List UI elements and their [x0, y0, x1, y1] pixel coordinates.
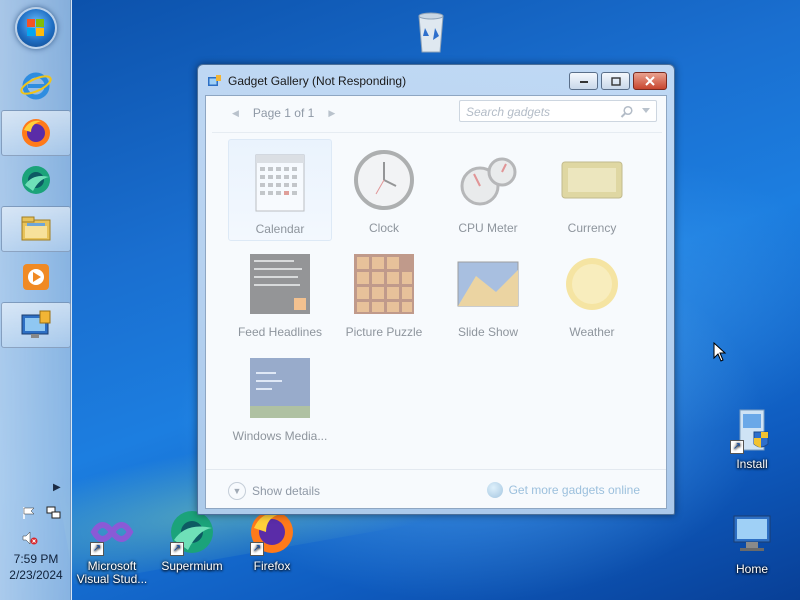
gadget-currency[interactable]: Currency: [540, 139, 644, 241]
recycle-bin-icon: [418, 12, 444, 53]
cpu-meter-gadget-icon: [460, 157, 517, 206]
volume-muted-icon[interactable]: [22, 530, 38, 546]
desktop-icon-label: Install: [736, 457, 768, 471]
gadget-gallery-icon: [208, 75, 221, 86]
gadget-label: Feed Headlines: [237, 325, 323, 339]
gadget-label: Currency: [567, 221, 617, 235]
gadget-clock[interactable]: Clock: [332, 139, 436, 241]
shortcut-arrow-icon: ↗: [730, 440, 744, 454]
visual-studio-icon: ↗: [88, 508, 136, 556]
shortcut-arrow-icon: ↗: [250, 542, 264, 556]
gadget-picture-puzzle[interactable]: Picture Puzzle: [332, 243, 436, 345]
close-icon: [645, 76, 655, 86]
weather-gadget-icon: [566, 258, 618, 310]
firefox-icon: [22, 119, 50, 147]
title-bar[interactable]: Gadget Gallery (Not Responding): [198, 65, 674, 95]
show-details-button[interactable]: ▼ Show details: [228, 482, 320, 500]
file-explorer-icon: [21, 216, 51, 241]
slide-show-gadget-icon: [457, 261, 519, 307]
start-button[interactable]: [15, 7, 57, 49]
gadget-label: CPU Meter: [458, 221, 518, 235]
desktop-icon-install[interactable]: ↗ Install: [714, 406, 790, 471]
gadget-label: Clock: [368, 221, 399, 235]
search-dropdown-icon[interactable]: [642, 108, 650, 113]
gadget-feed-headlines[interactable]: Feed Headlines: [228, 243, 332, 345]
search-placeholder: Search gadgets: [466, 105, 551, 119]
home-computer-icon: [733, 515, 771, 551]
gadget-slide-show[interactable]: Slide Show: [436, 243, 540, 345]
search-gadgets-input[interactable]: Search gadgets: [459, 100, 657, 122]
desktop-icon-label: Supermium: [161, 559, 223, 573]
gadget-label: Calendar: [255, 222, 305, 236]
calendar-gadget-icon: [255, 154, 305, 212]
desktop-icon-home[interactable]: Home: [714, 508, 790, 576]
clock-gadget-icon: [354, 150, 414, 210]
gadget-label: Windows Media...: [232, 429, 328, 443]
page-indicator: Page 1 of 1: [252, 106, 315, 120]
desktop-icon-label: Home: [735, 562, 768, 576]
desktop-icon-label: Firefox: [253, 559, 291, 573]
page-navigation: ◀ Page 1 of 1 ▶: [218, 102, 349, 124]
system-tray: ▶ 7:59 PM 2/23/2024: [0, 478, 72, 600]
clock-time[interactable]: 7:59 PM: [0, 552, 72, 566]
gadget-grid: Calendar Clock CPU Meter Currency Feed H…: [212, 132, 662, 468]
gadget-cpu-meter[interactable]: CPU Meter: [436, 139, 540, 241]
windows-media-gadget-icon: [250, 358, 310, 418]
windows-logo-icon: [27, 19, 45, 37]
desktop-icon-firefox[interactable]: ↗ Firefox: [234, 508, 310, 573]
firefox-icon: ↗: [248, 508, 296, 556]
previous-page-icon[interactable]: ◀: [232, 108, 239, 119]
currency-gadget-icon: [561, 161, 623, 199]
action-center-flag-icon[interactable]: [22, 506, 36, 520]
search-icon[interactable]: [620, 105, 634, 119]
media-player-icon: [23, 264, 49, 290]
chevron-down-icon: ▼: [228, 482, 246, 500]
gadget-weather[interactable]: Weather: [540, 243, 644, 345]
internet-explorer-icon: [20, 72, 52, 100]
close-button[interactable]: [633, 72, 667, 90]
desktop-icon-visual-studio[interactable]: ↗ Microsoft Visual Stud...: [74, 508, 150, 586]
taskbar-internet-explorer[interactable]: [1, 62, 71, 108]
maximize-icon: [610, 76, 621, 86]
maximize-button[interactable]: [601, 72, 630, 90]
network-icon[interactable]: [46, 505, 62, 521]
window-title: Gadget Gallery (Not Responding): [228, 74, 407, 88]
shortcut-arrow-icon: ↗: [90, 542, 104, 556]
gadget-label: Picture Puzzle: [345, 325, 423, 339]
get-more-label: Get more gadgets online: [508, 483, 640, 497]
feed-headlines-gadget-icon: [250, 254, 310, 314]
desktop-icon-supermium[interactable]: ↗ Supermium: [154, 508, 230, 573]
mouse-cursor-icon: [713, 342, 727, 362]
get-more-gadgets-link[interactable]: Get more gadgets online: [486, 482, 640, 498]
picture-puzzle-gadget-icon: [354, 254, 414, 314]
next-page-icon[interactable]: ▶: [328, 108, 335, 119]
show-details-label: Show details: [252, 484, 321, 498]
supermium-icon: [22, 166, 50, 194]
taskbar-file-explorer[interactable]: [1, 206, 71, 252]
gadget-label: Weather: [569, 325, 615, 339]
taskbar-media-player[interactable]: [1, 254, 71, 300]
show-hidden-icons-icon[interactable]: ▶: [53, 482, 61, 493]
desktop-icon-recycle-bin[interactable]: [393, 6, 469, 61]
taskbar-firefox[interactable]: [1, 110, 71, 156]
desktop-icon-label: Microsoft Visual Stud...: [76, 559, 148, 586]
supermium-icon: ↗: [168, 508, 216, 556]
gadget-windows-media[interactable]: Windows Media...: [228, 347, 332, 449]
minimize-icon: [579, 81, 588, 83]
gallery-content: ◀ Page 1 of 1 ▶ Search gadgets Calendar …: [205, 95, 667, 509]
taskbar-supermium[interactable]: [1, 157, 71, 203]
install-icon: ↗: [728, 406, 776, 454]
minimize-button[interactable]: [569, 72, 598, 90]
shortcut-arrow-icon: ↗: [170, 542, 184, 556]
gallery-footer: ▼ Show details Get more gadgets online: [206, 469, 666, 510]
taskbar-gadget-gallery[interactable]: [1, 302, 71, 348]
clock-date[interactable]: 2/23/2024: [0, 568, 72, 582]
gadget-label: Slide Show: [457, 325, 519, 339]
taskbar: ▶ 7:59 PM 2/23/2024: [0, 0, 72, 600]
gadget-gallery-icon: [21, 310, 51, 338]
gadget-gallery-window[interactable]: Gadget Gallery (Not Responding) ◀ Page 1…: [197, 64, 675, 515]
globe-icon: [486, 482, 503, 498]
gadget-calendar[interactable]: Calendar: [228, 139, 332, 241]
